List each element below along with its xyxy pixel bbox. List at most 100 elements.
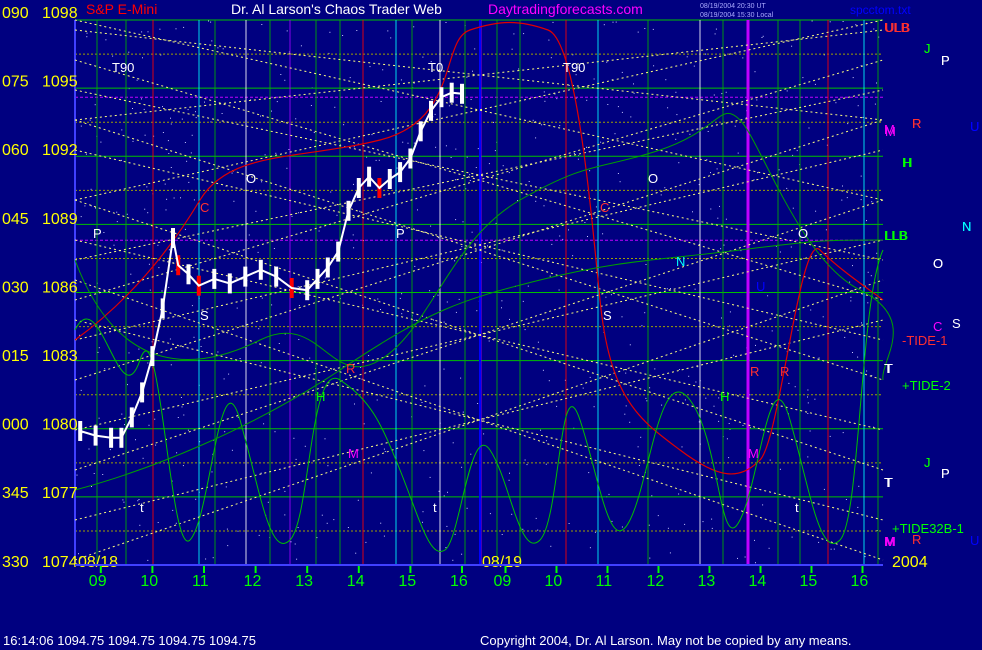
star-dot bbox=[876, 252, 878, 254]
star-dot bbox=[807, 413, 809, 414]
guide-letter: T90 bbox=[112, 60, 134, 75]
star-dot bbox=[684, 523, 686, 525]
star-dot bbox=[755, 562, 756, 564]
star-dot bbox=[649, 387, 651, 389]
star-dot bbox=[617, 106, 619, 108]
guide-letter: H bbox=[316, 389, 325, 404]
star-dot bbox=[469, 180, 471, 181]
star-dot bbox=[544, 100, 546, 102]
guide-letter: R bbox=[346, 361, 355, 376]
star-dot bbox=[767, 295, 769, 297]
star-dot bbox=[400, 79, 402, 81]
guide-letter: t bbox=[433, 500, 437, 515]
star-dot bbox=[91, 486, 92, 487]
star-dot bbox=[361, 378, 363, 380]
star-dot bbox=[97, 351, 99, 353]
star-dot bbox=[808, 127, 810, 129]
star-dot bbox=[137, 500, 139, 502]
star-dot bbox=[304, 445, 306, 447]
star-dot bbox=[143, 108, 145, 110]
star-dot bbox=[144, 208, 146, 210]
star-dot bbox=[222, 48, 224, 50]
star-dot bbox=[211, 471, 213, 473]
star-dot bbox=[728, 457, 730, 459]
hour-label: 14 bbox=[749, 573, 767, 590]
star-dot bbox=[737, 557, 738, 559]
star-dot bbox=[551, 243, 553, 245]
star-dot bbox=[352, 234, 354, 236]
star-dot bbox=[714, 33, 716, 35]
star-dot bbox=[667, 107, 669, 109]
star-dot bbox=[293, 437, 295, 439]
guide-letter: S bbox=[200, 308, 209, 323]
star-dot bbox=[754, 539, 755, 541]
star-dot bbox=[329, 31, 331, 33]
star-dot bbox=[155, 444, 157, 446]
star-dot bbox=[333, 519, 335, 521]
star-dot bbox=[814, 398, 816, 400]
star-dot bbox=[324, 438, 326, 440]
star-dot bbox=[383, 448, 385, 450]
star-dot bbox=[857, 506, 859, 508]
star-dot bbox=[157, 522, 159, 523]
star-dot bbox=[300, 45, 302, 47]
angle-tick-label: 015 bbox=[2, 348, 29, 365]
star-dot bbox=[271, 304, 273, 306]
star-dot bbox=[80, 125, 82, 127]
star-dot bbox=[718, 420, 720, 422]
star-dot bbox=[532, 119, 534, 121]
star-dot bbox=[501, 534, 503, 535]
hour-label: 09 bbox=[494, 573, 512, 590]
star-dot bbox=[274, 431, 276, 433]
star-dot bbox=[509, 472, 510, 474]
star-dot bbox=[402, 141, 404, 143]
hour-label: 10 bbox=[545, 573, 563, 590]
star-dot bbox=[353, 183, 354, 185]
right-legend-label: LLB bbox=[885, 228, 908, 243]
star-dot bbox=[136, 79, 138, 81]
web-title: Dr. Al Larson's Chaos Trader Web bbox=[231, 1, 442, 17]
star-dot bbox=[608, 493, 610, 495]
star-dot bbox=[231, 449, 233, 451]
star-dot bbox=[657, 515, 659, 517]
star-dot bbox=[692, 211, 693, 213]
star-dot bbox=[237, 530, 239, 532]
star-dot bbox=[855, 24, 857, 26]
star-dot bbox=[595, 206, 597, 208]
star-dot bbox=[460, 377, 462, 379]
star-dot bbox=[749, 427, 751, 429]
star-dot bbox=[193, 336, 195, 338]
star-dot bbox=[729, 311, 731, 313]
star-dot bbox=[702, 521, 704, 523]
site-link[interactable]: Daytradingforecasts.com bbox=[488, 1, 643, 17]
star-dot bbox=[807, 389, 809, 391]
star-dot bbox=[181, 118, 183, 120]
star-dot bbox=[876, 82, 877, 84]
star-dot bbox=[157, 244, 159, 246]
star-dot bbox=[177, 417, 179, 418]
price-tick-label: 1098 bbox=[42, 5, 78, 22]
star-dot bbox=[94, 104, 96, 106]
star-dot bbox=[637, 31, 639, 33]
star-dot bbox=[713, 94, 715, 96]
star-dot bbox=[494, 150, 496, 152]
star-dot bbox=[535, 200, 537, 202]
hour-label: 16 bbox=[450, 573, 468, 590]
star-dot bbox=[286, 30, 288, 32]
star-dot bbox=[716, 168, 718, 170]
star-dot bbox=[646, 400, 648, 402]
star-dot bbox=[369, 66, 371, 68]
chaos-trader-chart: T90 T0 T90ULBMHLLBTTMPOPCSRHMJPR UNOCSJPRUO… bbox=[0, 0, 982, 650]
star-dot bbox=[255, 210, 257, 212]
star-dot bbox=[644, 28, 646, 29]
star-dot bbox=[380, 522, 382, 524]
right-legend-label: M bbox=[885, 534, 896, 549]
star-dot bbox=[448, 105, 450, 107]
star-dot bbox=[298, 339, 300, 340]
star-dot bbox=[791, 536, 793, 538]
star-dot bbox=[98, 327, 100, 329]
star-dot bbox=[286, 167, 288, 169]
star-dot bbox=[857, 356, 859, 358]
right-legend-letter: R bbox=[912, 532, 921, 547]
right-legend-label: M bbox=[885, 124, 896, 139]
